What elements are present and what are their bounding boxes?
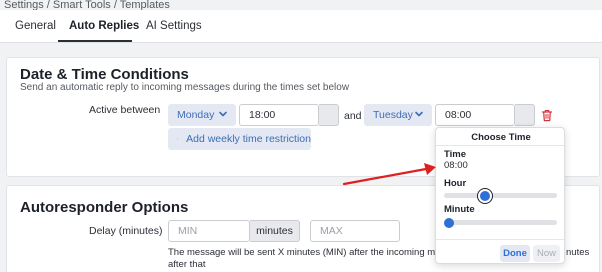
annotation-arrow — [342, 163, 436, 186]
